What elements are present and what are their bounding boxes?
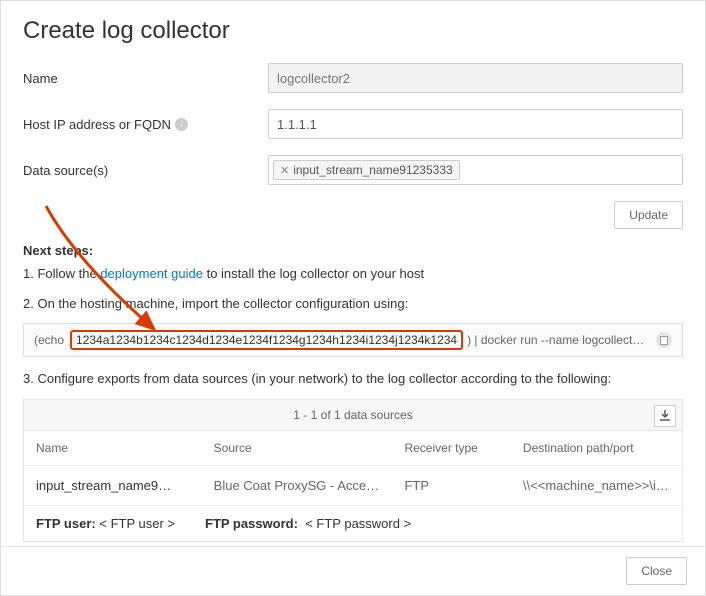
table-header-row: Name Source Receiver type Destination pa…: [24, 431, 682, 466]
deployment-guide-link[interactable]: deployment guide: [100, 266, 203, 281]
ftp-user-label: FTP user: [36, 516, 91, 531]
dialog-footer: Close: [1, 546, 705, 595]
host-label-text: Host IP address or FQDN: [23, 117, 171, 132]
step-3: 3. Configure exports from data sources (…: [23, 369, 683, 389]
host-input[interactable]: [268, 109, 683, 139]
cmd-suffix: ) | docker run --name logcollector2 -p 2…: [467, 333, 648, 347]
cell-dest: \\<<machine_name>>\input_stre...: [511, 465, 682, 505]
source-chip[interactable]: ✕ input_stream_name91235333: [273, 160, 460, 180]
data-sources-table: 1 - 1 of 1 data sources Name Source Rece…: [23, 399, 683, 542]
sources-input[interactable]: ✕ input_stream_name91235333: [268, 155, 683, 185]
step-2: 2. On the hosting machine, import the co…: [23, 294, 683, 314]
copy-icon[interactable]: [656, 332, 672, 348]
sources-label: Data source(s): [23, 163, 268, 178]
cmd-token-highlight: 1234a1234b1234c1234d1234e1234f1234g1234h…: [70, 330, 463, 350]
host-label: Host IP address or FQDN i: [23, 117, 268, 132]
info-icon[interactable]: i: [175, 118, 188, 131]
table-caption: 1 - 1 of 1 data sources: [293, 408, 412, 422]
chip-label: input_stream_name91235333: [293, 163, 452, 177]
cmd-prefix: (echo: [34, 333, 64, 347]
step-1: 1. Follow the deployment guide to instal…: [23, 264, 683, 284]
th-receiver[interactable]: Receiver type: [392, 431, 510, 466]
update-button[interactable]: Update: [614, 201, 683, 229]
ftp-password-label: FTP password: [205, 516, 294, 531]
page-title: Create log collector: [23, 17, 683, 45]
cell-name: input_stream_name9…: [24, 465, 202, 505]
cell-source: Blue Coat ProxySG - Access l…: [202, 465, 393, 505]
ftp-user-value: < FTP user >: [99, 516, 175, 531]
credentials-row: FTP user: < FTP user > FTP password: < F…: [24, 506, 682, 541]
name-input[interactable]: [268, 63, 683, 93]
ftp-password-value: < FTP password >: [305, 516, 411, 531]
chip-remove-icon[interactable]: ✕: [280, 164, 289, 177]
command-box: (echo 1234a1234b1234c1234d1234e1234f1234…: [23, 323, 683, 357]
th-name[interactable]: Name: [24, 431, 202, 466]
th-dest[interactable]: Destination path/port: [511, 431, 682, 466]
th-source[interactable]: Source: [202, 431, 393, 466]
cell-receiver: FTP: [392, 465, 510, 505]
next-steps-label: Next steps:: [23, 243, 683, 258]
download-icon: [659, 410, 671, 422]
close-button[interactable]: Close: [626, 557, 687, 585]
name-label: Name: [23, 71, 268, 86]
download-button[interactable]: [654, 405, 676, 427]
table-row[interactable]: input_stream_name9… Blue Coat ProxySG - …: [24, 465, 682, 505]
